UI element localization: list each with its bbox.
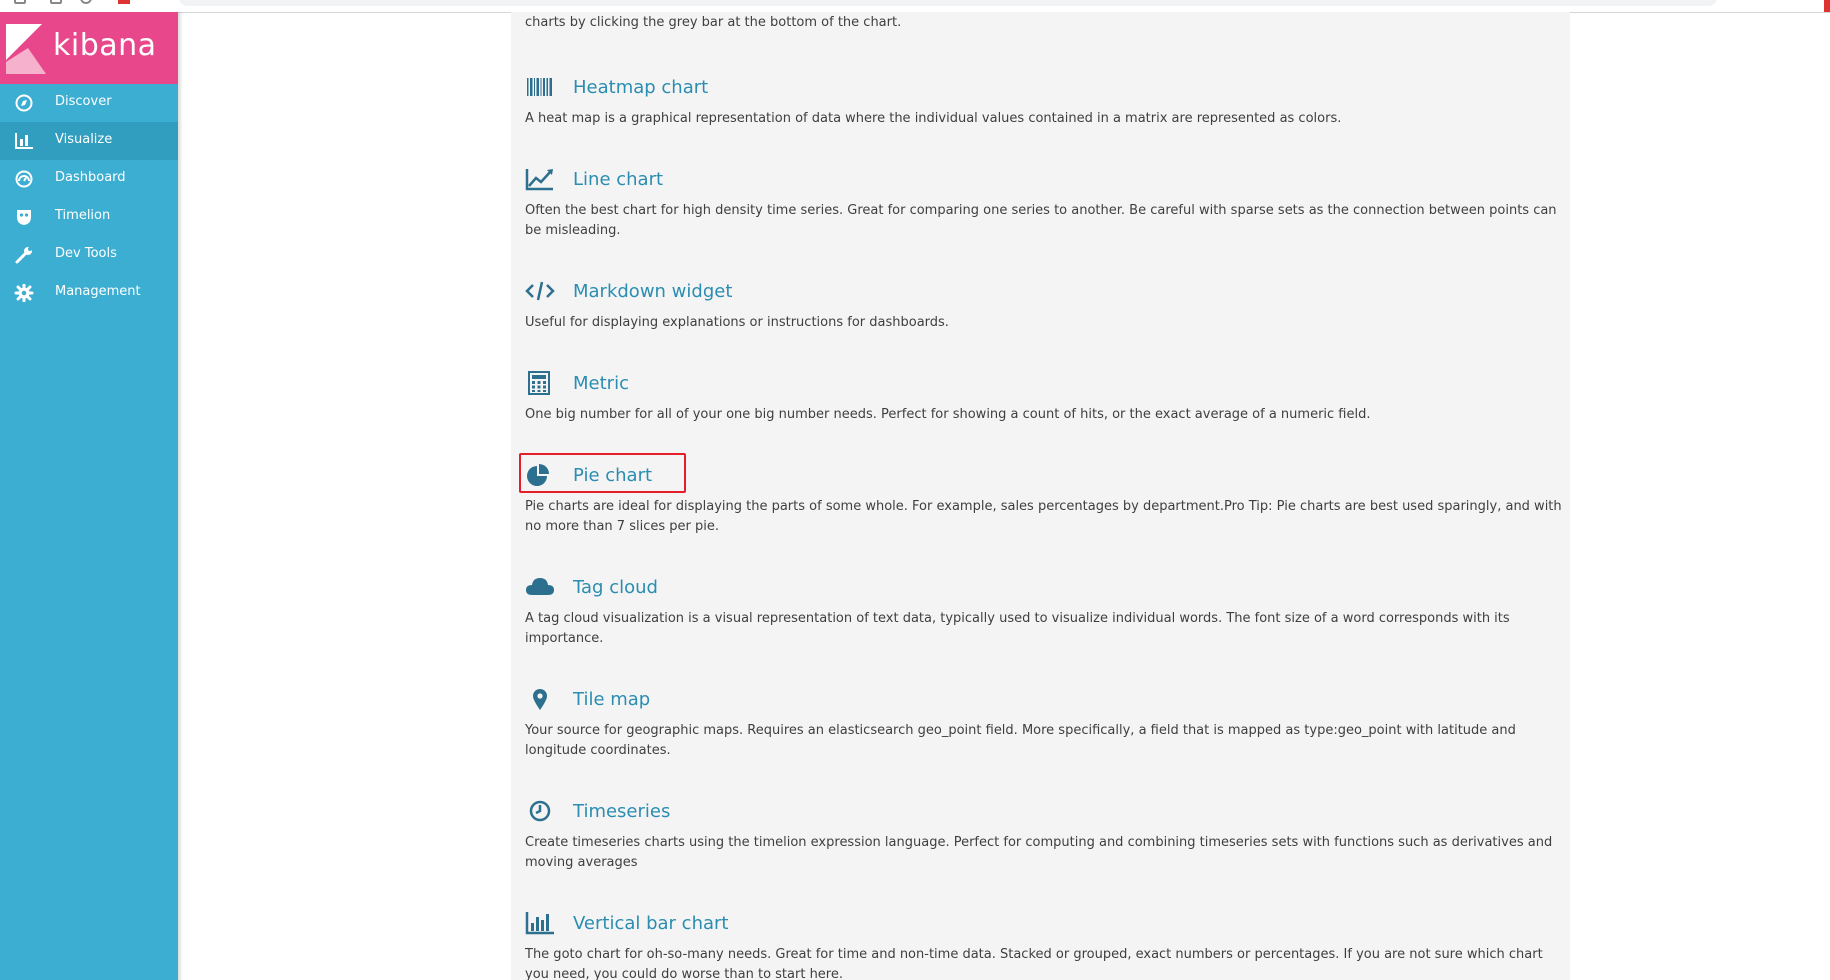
- line-chart-icon: [525, 169, 553, 191]
- reload-icon[interactable]: [80, 0, 92, 4]
- clock-icon: [529, 800, 551, 822]
- vis-description: The goto chart for oh-so-many needs. Gre…: [525, 947, 1543, 980]
- vis-title[interactable]: Vertical bar chart: [573, 913, 728, 934]
- extension-icon[interactable]: [1824, 0, 1830, 12]
- vis-title[interactable]: Line chart: [573, 169, 663, 190]
- back-icon[interactable]: [14, 0, 26, 4]
- vis-description: Your source for geographic maps. Require…: [525, 723, 1516, 758]
- sidebar-item-discover[interactable]: Discover: [0, 84, 178, 122]
- calculator-icon: [528, 371, 550, 395]
- pie-chart-highlight-box: [519, 453, 686, 493]
- compass-icon: [15, 94, 33, 112]
- heatmap-icon: [527, 78, 552, 96]
- previous-item-description: charts by clicking the grey bar at the b…: [525, 15, 902, 30]
- vis-description: Useful for displaying explanations or in…: [525, 315, 949, 330]
- kibana-logo[interactable]: kibana: [0, 12, 178, 84]
- timelion-mask-icon: [17, 210, 31, 225]
- sidebar-nav: Discover Visualize Dashboard Timelion De…: [0, 84, 178, 312]
- sidebar-item-timelion[interactable]: Timelion: [0, 198, 178, 236]
- address-bar[interactable]: [178, 0, 1718, 6]
- forward-icon[interactable]: [50, 0, 62, 4]
- kibana-logo-icon: [6, 24, 46, 74]
- gear-icon: [14, 284, 34, 302]
- cloud-icon: [526, 578, 554, 595]
- sidebar-item-label: Dashboard: [55, 170, 126, 185]
- sidebar-item-label: Dev Tools: [55, 246, 117, 261]
- security-warning-icon: [118, 0, 130, 4]
- wrench-icon: [15, 247, 32, 264]
- vis-title[interactable]: Heatmap chart: [573, 77, 708, 98]
- sidebar-item-visualize[interactable]: Visualize: [0, 122, 178, 160]
- sidebar-item-label: Management: [55, 284, 141, 299]
- sidebar-item-dashboard[interactable]: Dashboard: [0, 160, 178, 198]
- sidebar-shadow: [178, 12, 183, 980]
- vis-title[interactable]: Timeseries: [573, 801, 670, 822]
- vis-description: One big number for all of your one big n…: [525, 407, 1371, 422]
- sidebar-item-dev-tools[interactable]: Dev Tools: [0, 236, 178, 274]
- vis-description: Often the best chart for high density ti…: [525, 203, 1557, 238]
- sidebar-item-label: Discover: [55, 94, 112, 109]
- dashboard-icon: [15, 170, 33, 188]
- vertical-bar-chart-icon: [525, 912, 554, 935]
- vis-description: Pie charts are ideal for displaying the …: [525, 499, 1562, 534]
- sidebar: kibana Discover Visualize Dashboard Time…: [0, 12, 178, 980]
- visualization-type-list: charts by clicking the grey bar at the b…: [511, 12, 1570, 980]
- map-marker-icon: [533, 689, 547, 710]
- vis-description: A heat map is a graphical representation…: [525, 111, 1342, 126]
- code-icon: [525, 281, 555, 301]
- vis-description: A tag cloud visualization is a visual re…: [525, 611, 1510, 646]
- sidebar-item-label: Timelion: [55, 208, 111, 223]
- logo-text: kibana: [53, 28, 157, 63]
- sidebar-item-management[interactable]: Management: [0, 274, 178, 312]
- vis-title[interactable]: Metric: [573, 373, 629, 394]
- sidebar-item-label: Visualize: [55, 132, 113, 147]
- bar-chart-icon: [15, 133, 33, 149]
- vis-title[interactable]: Tile map: [573, 689, 650, 710]
- vis-title[interactable]: Tag cloud: [573, 577, 658, 598]
- vis-title[interactable]: Markdown widget: [573, 281, 732, 302]
- vis-description: Create timeseries charts using the timel…: [525, 835, 1553, 870]
